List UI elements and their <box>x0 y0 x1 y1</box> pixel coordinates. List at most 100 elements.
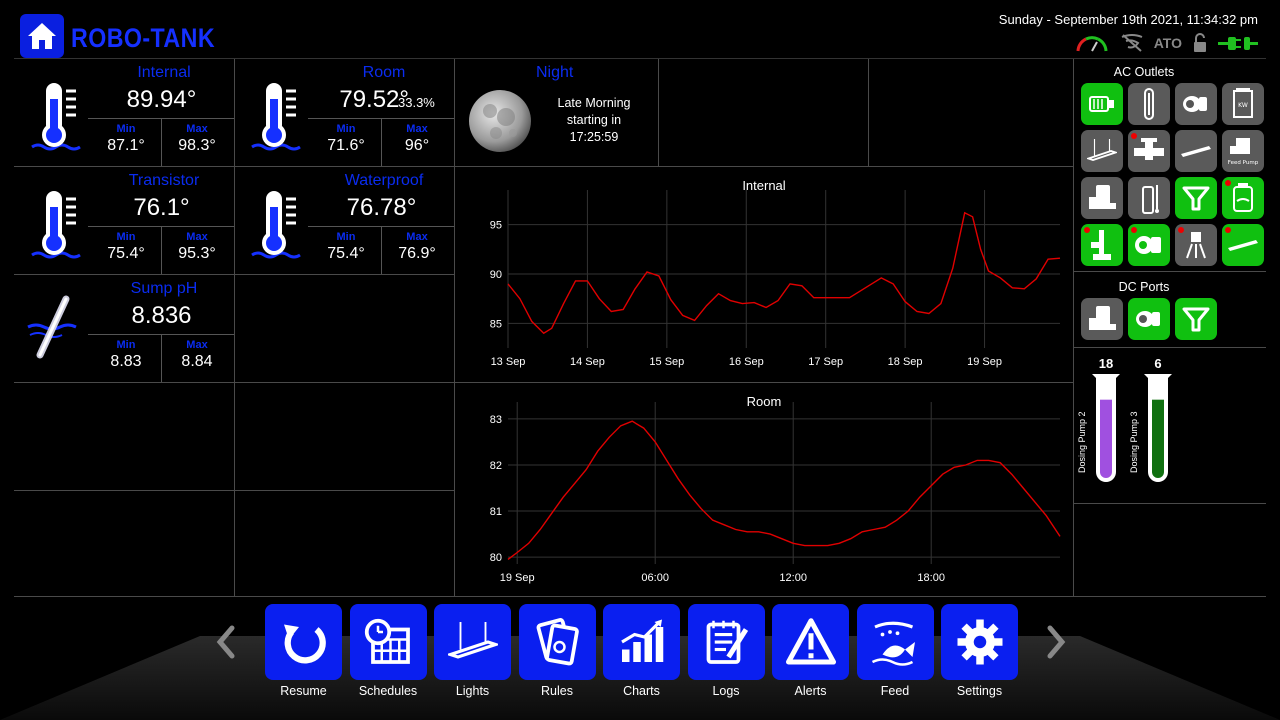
max-value: 98.3° <box>178 137 216 154</box>
unlock-icon[interactable] <box>1192 33 1208 53</box>
power-plug-icon[interactable] <box>1218 33 1258 53</box>
internal-chart-plot: 85 90 95 13 Sep 14 Sep 15 Sep 16 Sep 17 Sep 18 S… <box>490 190 1061 368</box>
sensor-tile[interactable]: Internal 89.94° Min 87.1° Max 98.3° <box>14 59 234 167</box>
ac-outlet-light-strip[interactable] <box>1222 224 1264 266</box>
nav-label[interactable]: Settings <box>930 684 1030 698</box>
dosing-pump[interactable]: 6 Dosing Pump 3 <box>1129 356 1178 482</box>
ac-outlet-reservoir[interactable] <box>1222 177 1264 219</box>
x-tick-label: 15 Sep <box>649 356 684 368</box>
y-tick-label: 80 <box>490 552 502 564</box>
rules-icon <box>532 617 582 667</box>
max-label: Max <box>406 231 428 243</box>
datetime: Sunday - September 19th 2021, 11:34:32 p… <box>998 12 1258 27</box>
nav-schedules-button[interactable] <box>349 604 427 680</box>
divider <box>1074 347 1266 348</box>
ac-outlet-pump[interactable] <box>1081 83 1123 125</box>
moon-phase-panel[interactable]: Night Late Morning starting in 17:25:59 <box>456 59 658 165</box>
ato-status[interactable]: ATO <box>1154 35 1182 51</box>
return-pump-icon <box>1133 231 1165 259</box>
ac-outlet-valve[interactable] <box>1128 130 1170 172</box>
dc-port-skimmer[interactable] <box>1081 298 1123 340</box>
nav-next-arrow[interactable] <box>1044 624 1068 660</box>
min-value: 8.83 <box>110 353 142 370</box>
x-tick-label: 19 Sep <box>500 572 535 584</box>
ac-outlet-light-fixture[interactable] <box>1081 130 1123 172</box>
divider <box>454 382 1073 383</box>
moon-schedule: Late Morning starting in 17:25:59 <box>548 95 640 146</box>
filter-icon <box>1181 183 1211 213</box>
status-icons: ATO <box>1074 33 1258 53</box>
max-label: Max <box>186 123 208 135</box>
ac-outlet-heater[interactable] <box>1128 83 1170 125</box>
nav-lights-button[interactable] <box>434 604 511 680</box>
sensor-value: 76.78° <box>346 194 417 221</box>
ac-outlets-title: AC Outlets <box>1113 65 1175 79</box>
x-tick-label: 18:00 <box>917 572 945 584</box>
filter-icon <box>1181 304 1211 334</box>
dc-port-filter[interactable] <box>1175 298 1217 340</box>
max-label: Max <box>186 231 208 243</box>
ac-outlet-power-meter[interactable]: KW <box>1222 83 1264 125</box>
sensor-name: Room <box>362 64 406 81</box>
sensor-value: 79.52° <box>339 86 409 113</box>
test-tube-icon <box>1144 374 1172 482</box>
header: ROBO-TANK Sunday - September 19th 2021, … <box>0 0 1280 60</box>
nav-logs-button[interactable] <box>687 604 765 680</box>
nav-resume-button[interactable] <box>265 604 342 680</box>
nav-settings-button[interactable] <box>941 604 1018 680</box>
y-tick-label: 82 <box>490 460 502 472</box>
ph-probe-icon <box>24 293 86 378</box>
sensor-tile[interactable]: Room 79.52° 33.3% Min 71.6° Max 96° <box>234 59 454 167</box>
pump-icon <box>1087 91 1117 117</box>
internal-chart[interactable]: Internal 85 90 95 13 Sep 14 Sep 15 Sep 16 Sep 1… <box>456 170 1072 380</box>
ac-outlet-sprinkler[interactable] <box>1175 224 1217 266</box>
sensor-tile[interactable]: Sump pH 8.836 Min 8.83 Max 8.84 <box>14 275 234 383</box>
led-bar-icon <box>1179 144 1213 158</box>
power-meter-icon: KW <box>1230 87 1256 121</box>
x-tick-label: 13 Sep <box>491 356 526 368</box>
ac-outlet-filter[interactable] <box>1175 177 1217 219</box>
dc-port-wavemaker[interactable] <box>1128 298 1170 340</box>
ac-outlet-skimmer[interactable] <box>1081 177 1123 219</box>
series-line <box>507 211 1061 335</box>
alert-indicator <box>1131 133 1137 139</box>
nav-prev-arrow[interactable] <box>214 624 238 660</box>
alert-indicator <box>1178 227 1184 233</box>
ac-outlet-feed-pump[interactable]: Feed Pump <box>1222 130 1264 172</box>
uv-sterilizer-icon <box>1087 228 1117 262</box>
gauge-icon[interactable] <box>1074 33 1110 53</box>
ac-outlet-uv-sterilizer[interactable] <box>1081 224 1123 266</box>
y-tick-label: 81 <box>490 506 502 518</box>
moon-phase-label: Late Morning <box>557 96 631 110</box>
test-tube-icon <box>1092 374 1120 482</box>
sensor-tile[interactable]: Transistor 76.1° Min 75.4° Max 95.3° <box>14 167 234 275</box>
ac-outlet-reactor[interactable] <box>1128 177 1170 219</box>
nav-charts-button[interactable] <box>603 604 680 680</box>
y-tick-label: 83 <box>490 414 502 426</box>
moon-icon <box>469 90 531 152</box>
heater-icon <box>1139 87 1159 121</box>
feed-icon[interactable] <box>1120 33 1144 53</box>
divider <box>1074 271 1266 272</box>
dosing-pump[interactable]: 18 Dosing Pump 2 <box>1077 356 1126 482</box>
ac-outlet-return-pump[interactable] <box>1128 224 1170 266</box>
x-tick-label: 14 Sep <box>570 356 605 368</box>
room-chart[interactable]: Room 80 81 82 83 19 Sep 06:00 12:00 18:00 <box>456 386 1072 594</box>
thermometer-icon <box>24 185 86 270</box>
divider <box>454 166 1073 167</box>
home-button[interactable] <box>20 14 64 58</box>
sensor-value: 89.94° <box>126 86 197 113</box>
nav-rules-button[interactable] <box>518 604 596 680</box>
ac-outlet-led-bar[interactable] <box>1175 130 1217 172</box>
y-tick-label: 85 <box>490 318 502 330</box>
nav-alerts-button[interactable] <box>772 604 849 680</box>
nav-feed-button[interactable] <box>856 604 934 680</box>
warning-icon <box>785 617 836 667</box>
wavemaker-icon <box>1134 306 1164 332</box>
sensor-name: Internal <box>137 64 191 81</box>
divider <box>14 596 1266 597</box>
x-tick-label: 18 Sep <box>888 356 923 368</box>
thermometer-icon <box>244 185 306 270</box>
sensor-tile[interactable]: Waterproof 76.78° Min 75.4° Max 76.9° <box>234 167 454 275</box>
ac-outlet-wavemaker[interactable] <box>1175 83 1217 125</box>
